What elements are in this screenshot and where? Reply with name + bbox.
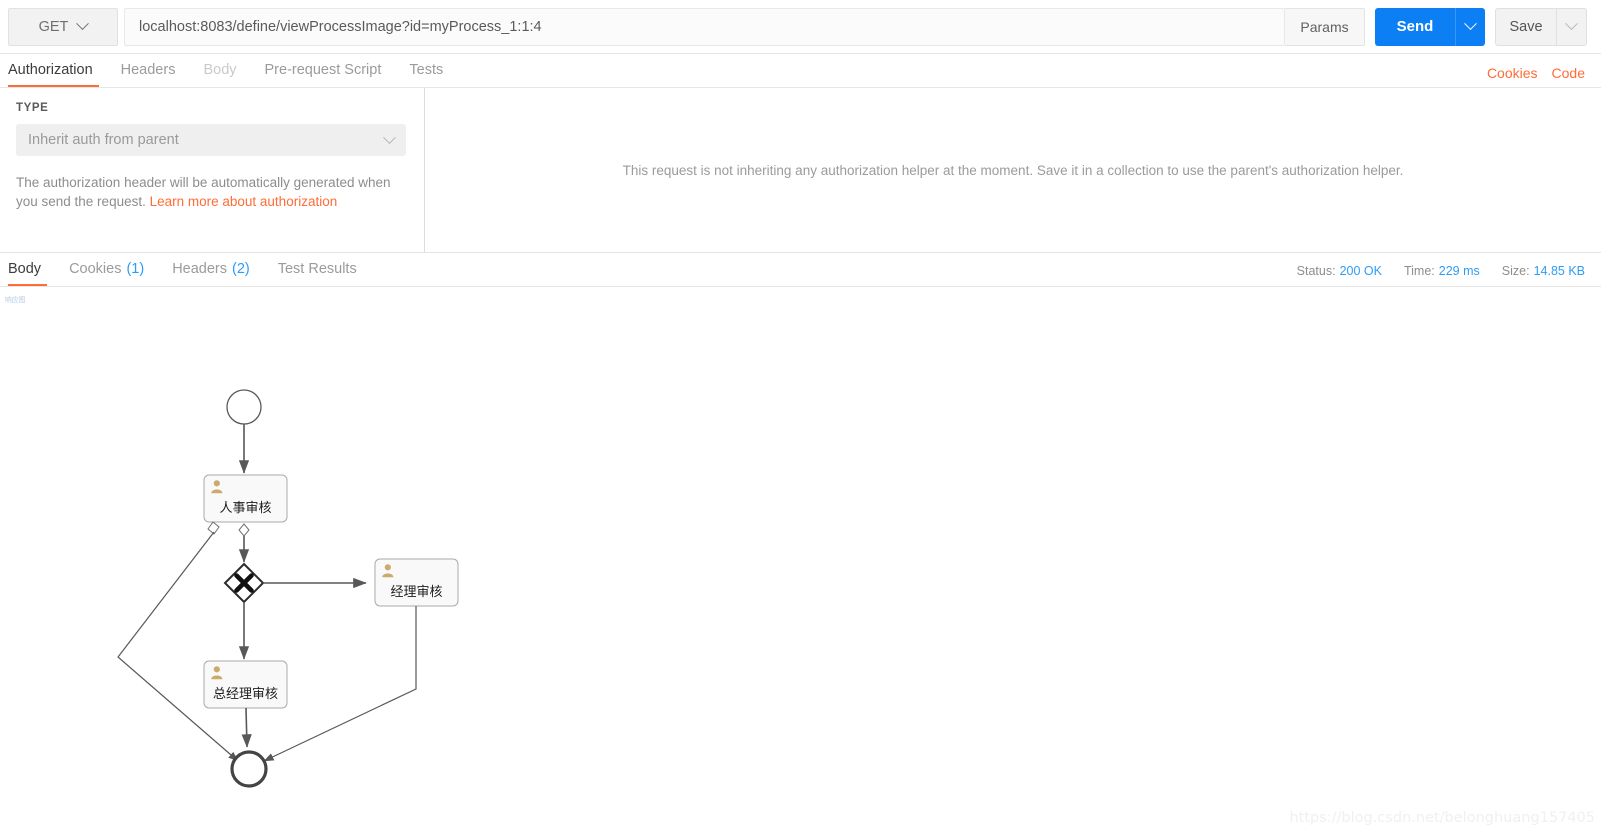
task-label: 经理审核	[390, 585, 442, 600]
http-method-select[interactable]: GET	[8, 7, 118, 46]
time-label: Time:	[1403, 264, 1435, 278]
headers-count: (2)	[232, 261, 250, 277]
tab-headers[interactable]: Headers	[107, 53, 190, 87]
tab-label: Authorization	[8, 62, 93, 78]
authorization-settings: TYPE Inherit auth from parent The author…	[0, 88, 425, 252]
tab-authorization[interactable]: Authorization	[0, 53, 107, 87]
time-meta: Time: 229 ms	[1404, 264, 1480, 278]
sequence-flow	[241, 707, 252, 748]
chevron-down-icon	[383, 130, 396, 144]
exclusive-gateway-icon	[223, 562, 265, 604]
chevron-down-icon	[1464, 17, 1477, 31]
start-event-icon	[226, 389, 262, 425]
params-button[interactable]: Params	[1285, 7, 1365, 46]
chevron-down-icon	[1565, 17, 1578, 31]
authorization-info-pane: This request is not inheriting any autho…	[425, 88, 1601, 252]
http-method-label: GET	[38, 18, 69, 35]
end-event-icon	[230, 750, 268, 788]
tab-response-body[interactable]: Body	[0, 252, 55, 286]
learn-more-link[interactable]: Learn more about authorization	[150, 194, 338, 209]
tab-response-headers[interactable]: Headers (2)	[158, 252, 264, 286]
tab-label: Body	[203, 62, 237, 78]
auth-type-select[interactable]: Inherit auth from parent	[16, 124, 406, 156]
request-tabs-links: Cookies Code	[1487, 65, 1601, 87]
tab-label: Tests	[409, 62, 444, 78]
size-value: 14.85 KB	[1533, 264, 1585, 278]
send-options-button[interactable]	[1455, 7, 1485, 46]
tab-response-cookies[interactable]: Cookies (1)	[55, 252, 158, 286]
send-button-group: Send	[1375, 7, 1485, 46]
task-jingli-shenhe: 经理审核	[374, 558, 459, 607]
tab-test-results[interactable]: Test Results	[264, 252, 371, 286]
response-meta: Status: 200 OK Time: 229 ms Size: 14.85 KB	[1297, 264, 1601, 286]
bpmn-process-diagram: 人事审核 经理审核 总经理审核	[117, 389, 459, 788]
sequence-flow	[117, 531, 239, 762]
type-label: TYPE	[16, 102, 49, 114]
response-body-pane[interactable]: 响应图 人事审核 经理审核 总经理审核 https://blog.csdn.ne…	[0, 287, 1601, 836]
auth-help-text: The authorization header will be automat…	[16, 174, 394, 211]
time-value: 229 ms	[1438, 264, 1480, 278]
task-label: 总经理审核	[213, 687, 278, 702]
request-url-bar: GET localhost:8083/define/viewProcessIma…	[0, 0, 1601, 54]
save-options-button[interactable]	[1557, 7, 1587, 46]
chevron-down-icon	[76, 17, 90, 31]
task-zongjingli-shenhe: 总经理审核	[203, 660, 288, 709]
size-label: Size:	[1501, 264, 1530, 278]
code-link[interactable]: Code	[1552, 65, 1585, 81]
auth-type-value: Inherit auth from parent	[28, 132, 179, 148]
status-label: Status:	[1296, 264, 1336, 278]
tab-label: Test Results	[277, 261, 357, 277]
save-button-group: Save	[1495, 7, 1587, 46]
send-button[interactable]: Send	[1375, 7, 1455, 46]
cookies-count: (1)	[126, 261, 145, 277]
status-value: 200 OK	[1339, 264, 1382, 278]
tab-label: Headers	[120, 62, 176, 78]
inherit-auth-note: This request is not inheriting any autho…	[622, 162, 1404, 178]
tab-pre-request-script[interactable]: Pre-request Script	[251, 53, 396, 87]
request-tab-bar: Authorization Headers Body Pre-request S…	[0, 54, 1601, 88]
authorization-panel: TYPE Inherit auth from parent The author…	[0, 88, 1601, 253]
tab-body[interactable]: Body	[189, 53, 250, 87]
response-tab-bar: Body Cookies (1) Headers (2) Test Result…	[0, 253, 1601, 287]
tab-tests[interactable]: Tests	[395, 53, 457, 87]
url-input[interactable]: localhost:8083/define/viewProcessImage?i…	[124, 7, 1285, 46]
task-renshi-shenhe: 人事审核	[203, 474, 288, 523]
cookies-link[interactable]: Cookies	[1487, 65, 1538, 81]
tab-label: Pre-request Script	[264, 62, 382, 78]
save-button[interactable]: Save	[1495, 7, 1557, 46]
size-meta: Size: 14.85 KB	[1502, 264, 1585, 278]
conditional-flow-marker	[238, 523, 250, 537]
task-label: 人事审核	[219, 501, 271, 516]
status-meta: Status: 200 OK	[1297, 264, 1382, 278]
watermark: https://blog.csdn.net/belonghuang157405	[1289, 810, 1595, 826]
tab-label: Cookies	[69, 261, 122, 277]
tab-label: Headers	[172, 261, 227, 277]
tab-label: Body	[8, 261, 42, 277]
